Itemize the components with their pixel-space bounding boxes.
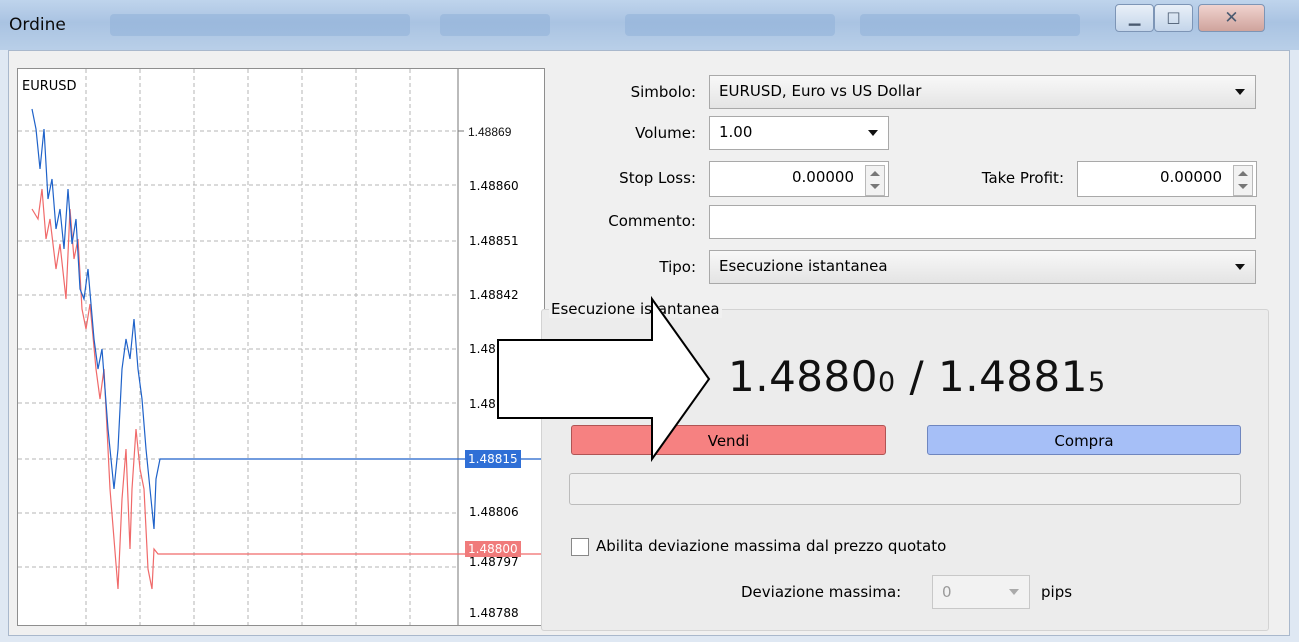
close-button[interactable]: ✕ [1198, 4, 1265, 32]
stoploss-value: 0.00000 [791, 168, 854, 186]
chevron-down-icon [1235, 89, 1245, 95]
volume-select[interactable]: 1.00 [709, 116, 889, 150]
background-toolbar [440, 14, 550, 36]
buy-button[interactable]: Compra [927, 425, 1241, 455]
takeprofit-label: Take Profit: [981, 169, 1064, 187]
price-chart: 1.48869 EURUSD 1.48860 1.48851 1.48842 1… [17, 68, 545, 626]
type-label: Tipo: [659, 258, 696, 276]
deviation-checkbox[interactable] [571, 538, 589, 556]
symbol-select[interactable]: EURUSD, Euro vs US Dollar [709, 75, 1256, 109]
bid-price: 1.4880 [728, 352, 878, 401]
quote-display: 1.48800 / 1.48815 [728, 352, 1106, 401]
takeprofit-value: 0.00000 [1159, 168, 1222, 186]
spinner-up-icon [870, 171, 880, 176]
minimize-icon: ▁ [1128, 8, 1141, 26]
price-separator: / [895, 352, 939, 401]
bid-price-last-digit: 0 [877, 367, 896, 398]
takeprofit-spinner[interactable] [1233, 165, 1253, 196]
chart-symbol: EURUSD [22, 79, 77, 94]
takeprofit-input[interactable]: 0.00000 [1077, 161, 1257, 197]
chevron-down-icon [868, 130, 878, 136]
deviation-select[interactable]: 0 [932, 575, 1030, 609]
close-icon: ✕ [1224, 8, 1239, 28]
callout-arrow-icon [497, 296, 711, 462]
comment-label: Commento: [608, 212, 696, 230]
spinner-down-icon [1238, 184, 1248, 189]
chevron-down-icon [1009, 589, 1019, 595]
price-tick: 1.48788 [469, 606, 519, 620]
deviation-label: Deviazione massima: [741, 583, 902, 601]
deviation-checkbox-label[interactable]: Abilita deviazione massima dal prezzo qu… [596, 537, 946, 555]
price-tick: 1.48860 [469, 179, 519, 193]
status-bar [569, 473, 1241, 505]
price-tick: 1.48 [469, 342, 496, 356]
type-select[interactable]: Esecuzione istantanea [709, 250, 1256, 284]
spinner-down-icon [870, 184, 880, 189]
price-tick: 1.48806 [469, 505, 519, 519]
background-toolbar [860, 14, 1080, 36]
volume-value: 1.00 [719, 123, 753, 141]
price-tick: 1.48797 [469, 555, 519, 569]
background-toolbar [625, 14, 835, 36]
order-window: Ordine ▁ □ ✕ 1.48869 EURUSD 1.48860 1.48… [0, 0, 1299, 642]
stoploss-spinner[interactable] [865, 165, 885, 196]
type-value: Esecuzione istantanea [719, 257, 888, 275]
stoploss-label: Stop Loss: [619, 169, 696, 187]
maximize-icon: □ [1166, 8, 1181, 26]
deviation-unit: pips [1041, 583, 1073, 601]
comment-input[interactable] [709, 205, 1256, 239]
stoploss-input[interactable]: 0.00000 [709, 161, 889, 197]
symbol-value: EURUSD, Euro vs US Dollar [719, 82, 922, 100]
window-title: Ordine [9, 15, 66, 35]
volume-label: Volume: [635, 124, 696, 142]
chevron-down-icon [1235, 264, 1245, 270]
title-bar[interactable]: Ordine ▁ □ ✕ [0, 0, 1299, 50]
maximize-button[interactable]: □ [1154, 4, 1193, 32]
price-tick: 1.48869 [468, 125, 512, 139]
spinner-up-icon [1238, 171, 1248, 176]
background-toolbar [110, 14, 410, 36]
price-tick: 1.48 [469, 397, 496, 411]
symbol-label: Simbolo: [630, 83, 696, 101]
ask-price: 1.4881 [938, 352, 1088, 401]
price-tick: 1.48851 [469, 234, 519, 248]
minimize-button[interactable]: ▁ [1115, 4, 1154, 32]
deviation-value: 0 [942, 583, 952, 601]
ask-price-last-digit: 5 [1087, 367, 1106, 398]
